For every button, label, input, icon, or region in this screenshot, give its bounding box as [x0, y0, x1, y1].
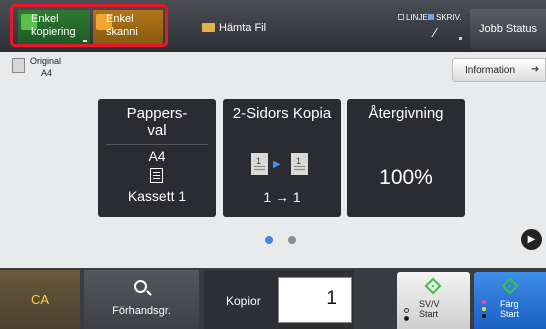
duplex-ratio: 1 → 1: [263, 189, 301, 205]
information-label: Information: [465, 65, 516, 76]
duplex-pages-icon: 1 ▶ 1: [223, 153, 341, 179]
copies-label: Kopior: [226, 294, 261, 308]
arrow-right-icon: ➜: [531, 64, 540, 75]
color-start-label: Färg Start: [500, 299, 520, 319]
bw-indicator-icon: [404, 308, 409, 313]
reproduction-ratio-value: 100%: [379, 166, 433, 189]
fetch-file-label: Hämta Fil: [219, 22, 267, 34]
bw-indicator-icon: [404, 316, 409, 321]
original-size: A4: [41, 68, 53, 78]
start-diamond-icon: [424, 277, 442, 295]
highlight-frame: [10, 4, 168, 47]
page-indicator-active[interactable]: [265, 236, 273, 244]
preview-label: Förhandsgr.: [112, 305, 171, 317]
preview-button[interactable]: Förhandsgr.: [84, 270, 199, 329]
page-icon: 1: [291, 153, 308, 175]
paper-select-tile[interactable]: Pappers- val A4 Kassett 1: [98, 99, 216, 217]
duplex-copy-tile[interactable]: 2-Sidors Kopia 1 ▶ 1 1 → 1: [223, 99, 341, 217]
page-number: 1: [296, 156, 302, 166]
line-status: LINJE: [398, 13, 428, 22]
magnifier-icon: [134, 280, 147, 293]
play-arrow-icon: ▶: [273, 159, 281, 170]
duplex-copy-title: 2-Sidors Kopia: [232, 105, 332, 122]
folder-icon: [202, 23, 215, 32]
reproduction-ratio-tile[interactable]: Återgivning 100%: [347, 99, 465, 217]
information-button[interactable]: Information ➜: [452, 58, 546, 82]
reproduction-ratio-title: Återgivning: [368, 105, 444, 122]
line-status-icon: [398, 14, 404, 20]
clear-all-button[interactable]: CA: [0, 270, 80, 329]
color-start-button[interactable]: Färg Start: [474, 272, 546, 329]
page-indicator[interactable]: [288, 236, 296, 244]
yellow-dot-icon: [482, 307, 486, 311]
copies-control: Kopior 1: [204, 270, 354, 329]
main-area: Original A4 Information ➜ Pappers- val A…: [0, 52, 546, 268]
copier-screen: Enkel kopiering Enkel skanni Hämta Fil L…: [0, 0, 546, 329]
black-dot-icon: [482, 314, 486, 318]
wand-indicator-icon: [459, 37, 462, 40]
fetch-file-button[interactable]: Hämta Fil: [202, 22, 266, 34]
top-bar: Enkel kopiering Enkel skanni Hämta Fil L…: [0, 0, 546, 52]
page-number: 1: [256, 156, 262, 166]
job-status-button[interactable]: Jobb Status: [470, 9, 546, 49]
copies-value: 1: [326, 288, 337, 309]
start-diamond-icon: [501, 277, 519, 295]
magenta-dot-icon: [482, 300, 486, 304]
next-page-button[interactable]: ▶: [521, 229, 542, 250]
page-icon: 1: [251, 153, 268, 175]
settings-wand-icon[interactable]: ⁄: [434, 25, 436, 40]
chevron-right-icon: ▶: [527, 234, 536, 245]
original-label: Original: [30, 56, 62, 66]
original-document-icon: [12, 58, 25, 73]
copies-input[interactable]: 1: [278, 277, 352, 323]
paper-select-title: Pappers- val: [126, 105, 188, 139]
paper-size: A4: [148, 148, 166, 164]
paper-tray: Kassett 1: [127, 188, 187, 204]
line-status-label: LINJE: [406, 13, 428, 22]
bottom-bar: CA Förhandsgr. Kopior 1 SV/V Start Färg …: [0, 268, 546, 329]
bw-start-label: SV/V Start: [419, 299, 440, 319]
print-status-label: SKRIV.: [436, 13, 462, 22]
tile-divider: [106, 144, 208, 145]
print-status: SKRIV.: [428, 13, 462, 22]
bw-start-button[interactable]: SV/V Start: [397, 272, 470, 329]
print-status-icon: [428, 14, 434, 20]
paper-tray-icon: [150, 168, 163, 183]
